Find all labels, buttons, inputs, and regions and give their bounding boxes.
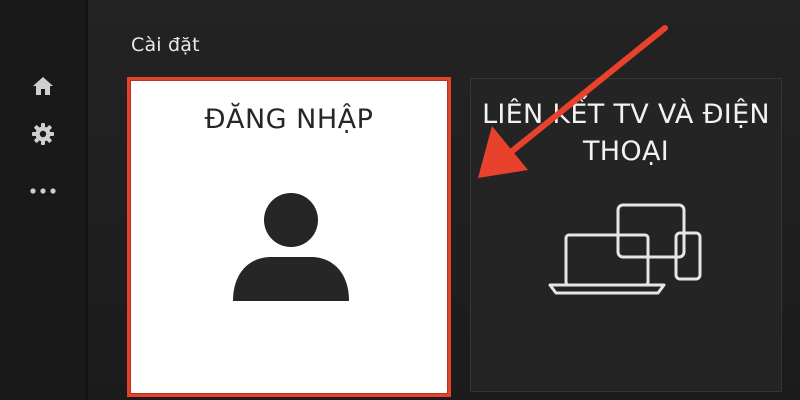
link-tv-phone-card[interactable]: LIÊN KẾT TV VÀ ĐIỆN THOẠI xyxy=(470,78,782,392)
user-icon xyxy=(229,193,353,307)
gear-icon[interactable] xyxy=(30,121,56,147)
link-tv-phone-card-title: LIÊN KẾT TV VÀ ĐIỆN THOẠI xyxy=(471,96,781,170)
more-icon[interactable] xyxy=(30,178,56,204)
devices-icon xyxy=(546,199,706,303)
home-icon[interactable] xyxy=(30,73,56,99)
sidebar xyxy=(0,0,88,400)
link-tv-phone-title-line1: LIÊN KẾT TV VÀ ĐIỆN xyxy=(482,99,770,130)
login-card[interactable]: ĐĂNG NHẬP xyxy=(127,77,451,397)
link-tv-phone-title-line2: THOẠI xyxy=(583,136,669,167)
login-card-title: ĐĂNG NHẬP xyxy=(204,104,374,135)
page-title: Cài đặt xyxy=(131,34,200,56)
tv-settings-screen: Cài đặt ĐĂNG NHẬP LIÊN KẾT TV VÀ ĐIỆN TH… xyxy=(0,0,800,400)
